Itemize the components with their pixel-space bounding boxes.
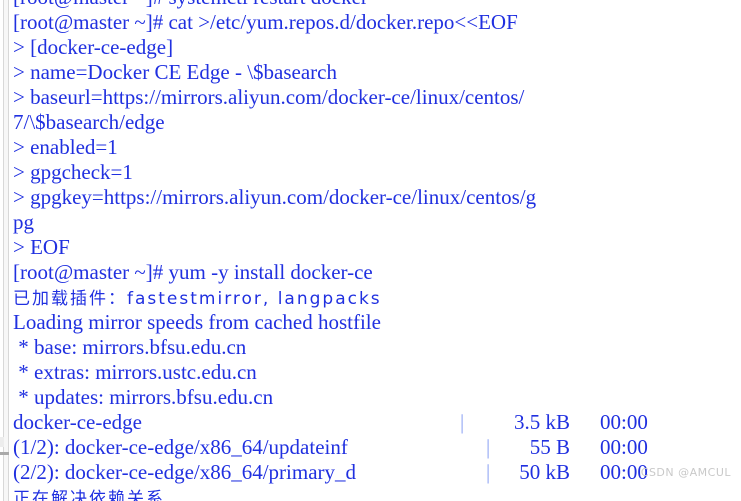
csdn-watermark: CSDN @AMCUL [640,466,731,479]
terminal-line-text: 正在解决依赖关系 [13,489,165,501]
terminal-line: > baseurl=https://mirrors.aliyun.com/doc… [13,85,525,109]
vertical-scrollbar[interactable] [0,0,11,501]
terminal-line: > name=Docker CE Edge - \$basearch [13,60,337,84]
download-row: (1/2): docker-ce-edge/x86_64/updateinf |… [0,435,741,460]
terminal-line: > enabled=1 [13,135,118,159]
scrollbar-track-gap [0,437,4,447]
terminal-line: > [docker-ce-edge] [13,35,174,59]
download-repo-name: (1/2): docker-ce-edge/x86_64/updateinf [13,435,348,459]
terminal-output: [root@master ~]# systemctl restart docke… [0,0,741,501]
scrollbar-thumb[interactable] [0,452,9,455]
terminal-line: [root@master ~]# systemctl restart docke… [0,0,741,10]
download-size: 55 B [529,435,570,459]
download-time: 00:00 [600,435,648,459]
terminal-line-command-cat: [root@master ~]# cat >/etc/yum.repos.d/d… [13,10,518,34]
terminal-line: > gpgkey=https://mirrors.aliyun.com/dock… [13,185,537,209]
terminal-line-resolving-dependencies: 正在解决依赖关系 [0,485,741,501]
terminal-line-mirror-base: * base: mirrors.bfsu.edu.cn [13,335,247,359]
terminal-line-wrapped: 7/\$basearch/edge [13,110,165,134]
download-size: 3.5 kB [513,410,570,434]
terminal-line: > gpgcheck=1 [13,160,133,184]
download-size: 50 kB [519,460,570,484]
terminal-window[interactable]: [root@master ~]# systemctl restart docke… [0,0,741,501]
terminal-line-text: 已加载插件：fastestmirror, langpacks [13,289,382,309]
terminal-line-mirror-extras: * extras: mirrors.ustc.edu.cn [13,360,257,384]
terminal-line-command-yum-install: [root@master ~]# yum -y install docker-c… [13,260,373,284]
terminal-line: > EOF [13,235,70,259]
scrollbar-track[interactable] [3,0,9,501]
download-separator: | [460,410,465,434]
terminal-line-wrapped: pg [13,210,34,234]
terminal-line-loading-mirror-speeds: Loading mirror speeds from cached hostfi… [13,310,381,334]
download-time: 00:00 [600,410,648,434]
download-row: (2/2): docker-ce-edge/x86_64/primary_d |… [0,460,741,485]
terminal-line-mirror-updates: * updates: mirrors.bfsu.edu.cn [13,385,274,409]
download-repo-name: (2/2): docker-ce-edge/x86_64/primary_d [13,460,357,484]
terminal-line-plugins-loaded: 已加载插件：fastestmirror, langpacks [0,285,741,310]
download-repo-name: docker-ce-edge [13,410,142,434]
download-row: docker-ce-edge | 3.5 kB 00:00 [0,410,741,435]
